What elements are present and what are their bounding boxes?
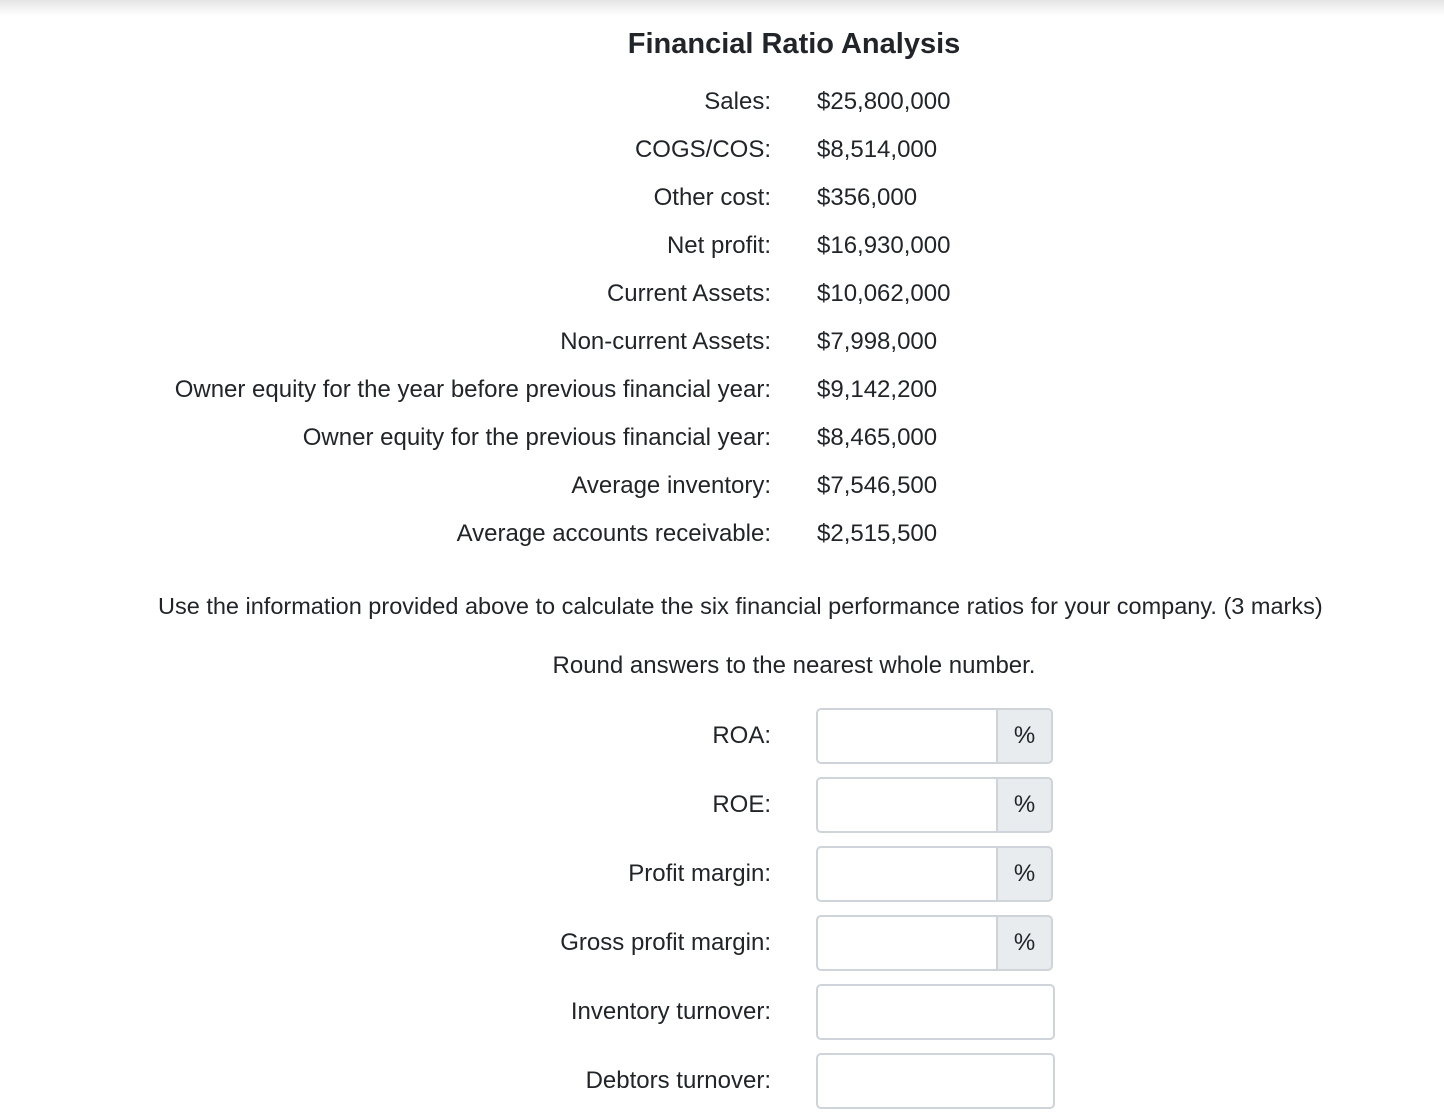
gross-profit-margin-label: Gross profit margin: xyxy=(560,929,771,956)
financial-row-non-current-assets: Non-current Assets: $7,998,000 xyxy=(0,322,1444,362)
percent-addon: % xyxy=(996,708,1053,764)
ratio-row-roe: ROE: % xyxy=(0,777,1444,833)
instruction-text: Use the information provided above to ca… xyxy=(158,593,1323,619)
inventory-turnover-label: Inventory turnover: xyxy=(570,998,771,1025)
inventory-turnover-input-group xyxy=(816,984,1055,1040)
top-shadow xyxy=(0,0,1444,16)
ratio-row-roa: ROA: % xyxy=(0,708,1444,764)
non-current-assets-label: Non-current Assets: xyxy=(560,328,771,355)
average-inventory-label: Average inventory: xyxy=(571,472,771,499)
financial-row-average-receivable: Average accounts receivable: $2,515,500 xyxy=(0,514,1444,554)
average-inventory-value: $7,546,500 xyxy=(817,472,938,499)
roa-input[interactable] xyxy=(816,708,998,764)
financial-row-other-cost: Other cost: $356,000 xyxy=(0,178,1444,218)
financial-row-sales: Sales: $25,800,000 xyxy=(0,82,1444,122)
net-profit-value: $16,930,000 xyxy=(817,232,951,259)
gross-profit-margin-input[interactable] xyxy=(816,915,998,971)
cogs-label: COGS/COS: xyxy=(634,136,771,163)
net-profit-label: Net profit: xyxy=(666,232,771,259)
financial-row-equity-before-previous: Owner equity for the year before previou… xyxy=(0,370,1444,410)
ratio-row-inventory-turnover: Inventory turnover: xyxy=(0,984,1444,1040)
debtors-turnover-label: Debtors turnover: xyxy=(585,1067,771,1094)
equity-previous-value: $8,465,000 xyxy=(817,424,938,451)
gross-profit-margin-input-group: % xyxy=(816,915,1055,971)
equity-before-previous-value: $9,142,200 xyxy=(817,376,938,403)
financial-row-net-profit: Net profit: $16,930,000 xyxy=(0,226,1444,266)
profit-margin-input-group: % xyxy=(816,846,1055,902)
inventory-turnover-input[interactable] xyxy=(816,984,1055,1040)
roa-label: ROA: xyxy=(712,722,771,749)
debtors-turnover-input-group xyxy=(816,1053,1055,1109)
ratio-row-gross-profit-margin: Gross profit margin: % xyxy=(0,915,1444,971)
current-assets-label: Current Assets: xyxy=(606,280,771,307)
sales-value: $25,800,000 xyxy=(817,88,951,115)
financial-row-cogs: COGS/COS: $8,514,000 xyxy=(0,130,1444,170)
other-cost-value: $356,000 xyxy=(817,184,918,211)
financial-row-average-inventory: Average inventory: $7,546,500 xyxy=(0,466,1444,506)
non-current-assets-value: $7,998,000 xyxy=(817,328,938,355)
page-title: Financial Ratio Analysis xyxy=(627,28,961,60)
roe-input-group: % xyxy=(816,777,1055,833)
financial-row-equity-previous: Owner equity for the previous financial … xyxy=(0,418,1444,458)
roe-input[interactable] xyxy=(816,777,998,833)
percent-addon: % xyxy=(996,846,1053,902)
cogs-value: $8,514,000 xyxy=(817,136,938,163)
average-receivable-label: Average accounts receivable: xyxy=(456,520,771,547)
sales-label: Sales: xyxy=(704,88,771,115)
current-assets-value: $10,062,000 xyxy=(817,280,951,307)
average-receivable-value: $2,515,500 xyxy=(817,520,938,547)
rounding-note: Round answers to the nearest whole numbe… xyxy=(552,652,1036,679)
equity-previous-label: Owner equity for the previous financial … xyxy=(302,424,771,451)
equity-before-previous-label: Owner equity for the year before previou… xyxy=(174,376,771,403)
financial-row-current-assets: Current Assets: $10,062,000 xyxy=(0,274,1444,314)
profit-margin-input[interactable] xyxy=(816,846,998,902)
roa-input-group: % xyxy=(816,708,1055,764)
debtors-turnover-input[interactable] xyxy=(816,1053,1055,1109)
roe-label: ROE: xyxy=(712,791,771,818)
percent-addon: % xyxy=(996,915,1053,971)
percent-addon: % xyxy=(996,777,1053,833)
ratio-row-profit-margin: Profit margin: % xyxy=(0,846,1444,902)
ratio-row-debtors-turnover: Debtors turnover: xyxy=(0,1053,1444,1109)
other-cost-label: Other cost: xyxy=(653,184,771,211)
profit-margin-label: Profit margin: xyxy=(628,860,771,887)
